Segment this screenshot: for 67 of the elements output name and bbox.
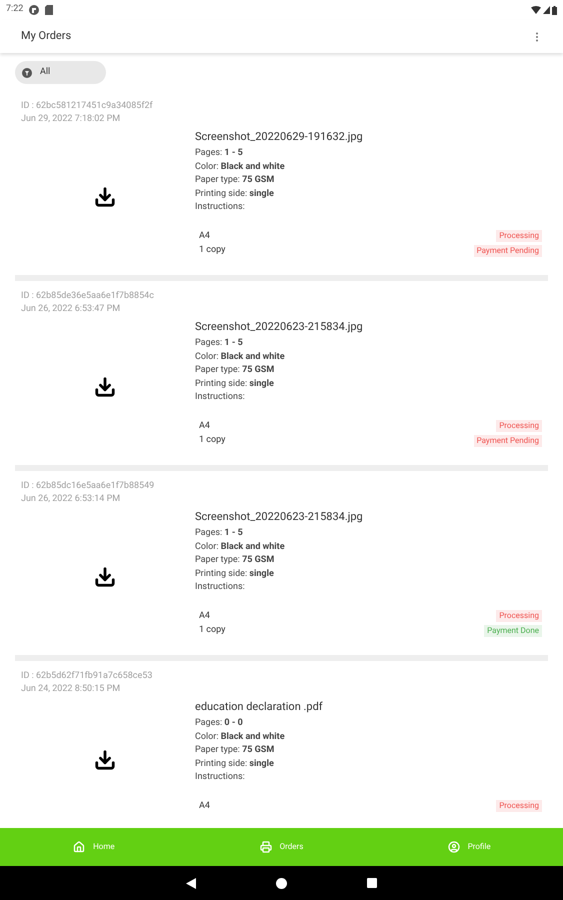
file-name: Screenshot_20220623-215834.jpg [195,320,363,334]
order-detail: Color: Black and white [195,160,285,174]
order-detail: Instructions: [195,581,245,594]
order-date: Jun 26, 2022 6:53:14 PM [21,493,120,506]
paper-size: A4 [199,420,210,432]
order-detail: Pages: 1 - 5 [195,337,243,350]
download-icon[interactable] [94,566,116,588]
paper-size: A4 [199,610,210,622]
paper-size: A4 [199,230,210,242]
order-detail: Paper type: 75 GSM [195,174,274,187]
filter-chip[interactable]: All [15,61,106,84]
order-detail: Color: Black and white [195,350,285,364]
order-detail: Pages: 0 - 0 [195,717,243,730]
order-detail: Printing side: single [195,188,274,200]
order-detail: Pages: 1 - 5 [195,527,243,540]
order-detail: Color: Black and white [195,730,285,744]
file-name: Screenshot_20220629-191632.jpg [195,130,363,144]
order-detail: Printing side: single [195,378,274,390]
nav-tab[interactable]: Orders [188,828,376,866]
back-icon[interactable] [186,878,196,888]
download-icon[interactable] [94,376,116,398]
status-time: 7:22 [6,3,24,16]
order-detail: Printing side: single [195,758,274,770]
order-id: ID : 62bc581217451c9a34085f2f [21,100,153,113]
order-detail: Pages: 1 - 5 [195,147,243,160]
order-detail: Instructions: [195,201,245,214]
status-badge: Payment Pending [474,434,542,446]
sim-card-icon [45,5,54,15]
status-badge: Processing [496,610,542,622]
paper-size: A4 [199,800,210,812]
order-date: Jun 26, 2022 6:53:47 PM [21,303,120,316]
order-detail: Instructions: [195,771,245,784]
order-date: Jun 29, 2022 7:18:02 PM [21,113,120,126]
file-name: education declaration .pdf [195,700,323,714]
signal-icon [543,6,550,14]
nav-tab[interactable]: Profile [375,828,563,866]
download-icon[interactable] [94,186,116,208]
status-badge: Processing [496,230,542,242]
nav-tab[interactable]: Home [0,828,188,866]
copy-count: 1 copy [199,434,226,446]
battery-icon [552,6,557,14]
app-bar-title: My Orders [21,28,72,44]
file-name: Screenshot_20220623-215834.jpg [195,510,363,524]
order-detail: Paper type: 75 GSM [195,744,274,757]
copy-count: 1 copy [199,244,226,256]
order-id: ID : 62b5d62f71fb91a7c658ce53 [21,670,152,683]
download-icon[interactable] [94,749,116,772]
status-badge: Processing [496,420,542,432]
order-detail: Printing side: single [195,568,274,580]
status-badge: Payment Pending [474,244,542,256]
wifi-icon [531,6,541,14]
order-detail: Color: Black and white [195,540,285,554]
profile-icon [448,841,460,853]
order-date: Jun 24, 2022 8:50:15 PM [21,683,120,696]
order-id: ID : 62b85dc16e5aa6e1f7b88549 [21,480,154,493]
home-icon [73,841,86,853]
order-detail: Paper type: 75 GSM [195,364,274,377]
home-circle-icon[interactable] [276,878,287,888]
status-badge: Payment Done [484,624,542,636]
order-id: ID : 62b85de36e5aa6e1f7b8854c [21,290,154,303]
order-detail: Paper type: 75 GSM [195,554,274,567]
order-detail: Instructions: [195,391,245,404]
copy-count: 1 copy [199,624,226,636]
app-notification-icon [29,5,40,15]
orders-icon [260,841,272,853]
filter-icon [22,68,32,78]
status-badge: Processing [496,800,542,812]
